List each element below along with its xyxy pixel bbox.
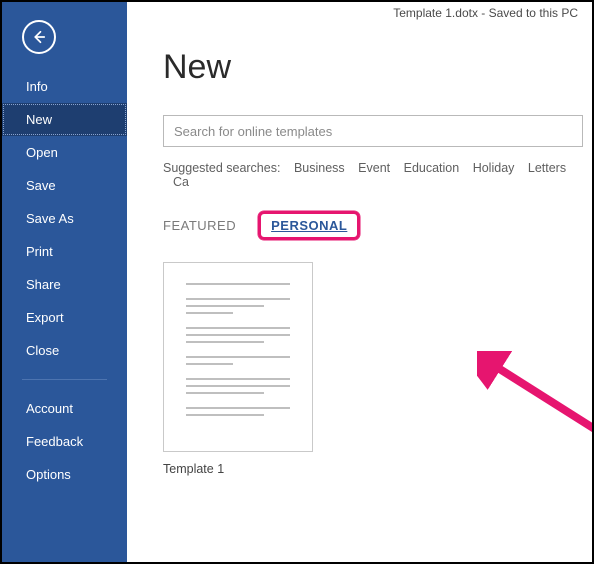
backstage-sidebar: Info New Open Save Save As Print Share E…: [2, 2, 127, 562]
sidebar-item-save[interactable]: Save: [2, 169, 127, 202]
sidebar-item-print[interactable]: Print: [2, 235, 127, 268]
suggested-label: Suggested searches:: [163, 161, 280, 175]
template-name: Template 1: [163, 462, 313, 476]
sidebar-item-info[interactable]: Info: [2, 70, 127, 103]
sidebar-item-export[interactable]: Export: [2, 301, 127, 334]
sidebar-item-label: Save As: [26, 211, 74, 226]
template-search-input[interactable]: [163, 115, 583, 147]
suggested-link-event[interactable]: Event: [358, 161, 390, 175]
sidebar-item-open[interactable]: Open: [2, 136, 127, 169]
window-title: Template 1.dotx - Saved to this PC: [393, 6, 578, 20]
sidebar-main-list: Info New Open Save Save As Print Share E…: [2, 70, 127, 367]
tab-personal[interactable]: PERSONAL: [271, 218, 347, 233]
template-category-tabs: FEATURED PERSONAL: [163, 211, 592, 240]
main-panel: Template 1.dotx - Saved to this PC New S…: [127, 2, 592, 562]
document-preview-icon: [178, 277, 298, 437]
suggested-link-truncated[interactable]: Ca: [173, 175, 189, 189]
sidebar-item-account[interactable]: Account: [2, 392, 127, 425]
annotation-highlight: PERSONAL: [258, 211, 360, 240]
sidebar-item-options[interactable]: Options: [2, 458, 127, 491]
suggested-link-letters[interactable]: Letters: [528, 161, 566, 175]
suggested-link-education[interactable]: Education: [404, 161, 460, 175]
sidebar-item-label: Open: [26, 145, 58, 160]
arrow-left-icon: [30, 28, 48, 46]
suggested-link-holiday[interactable]: Holiday: [473, 161, 515, 175]
sidebar-item-label: Close: [26, 343, 59, 358]
template-thumbnail: [163, 262, 313, 452]
sidebar-item-label: New: [26, 112, 52, 127]
sidebar-item-label: Export: [26, 310, 64, 325]
sidebar-item-label: Print: [26, 244, 53, 259]
sidebar-divider: [22, 379, 107, 380]
sidebar-footer-list: Account Feedback Options: [2, 392, 127, 491]
sidebar-item-label: Options: [26, 467, 71, 482]
sidebar-item-label: Info: [26, 79, 48, 94]
page-title: New: [163, 48, 592, 87]
template-item[interactable]: Template 1: [163, 262, 313, 476]
sidebar-item-share[interactable]: Share: [2, 268, 127, 301]
sidebar-item-label: Save: [26, 178, 56, 193]
sidebar-item-label: Feedback: [26, 434, 83, 449]
sidebar-item-save-as[interactable]: Save As: [2, 202, 127, 235]
sidebar-item-label: Share: [26, 277, 61, 292]
suggested-searches: Suggested searches: Business Event Educa…: [163, 161, 592, 189]
suggested-link-business[interactable]: Business: [294, 161, 345, 175]
sidebar-item-label: Account: [26, 401, 73, 416]
template-gallery: Template 1: [163, 262, 592, 478]
sidebar-item-new[interactable]: New: [2, 103, 127, 136]
sidebar-item-close[interactable]: Close: [2, 334, 127, 367]
back-button[interactable]: [22, 20, 56, 54]
sidebar-item-feedback[interactable]: Feedback: [2, 425, 127, 458]
tab-featured[interactable]: FEATURED: [163, 218, 236, 233]
